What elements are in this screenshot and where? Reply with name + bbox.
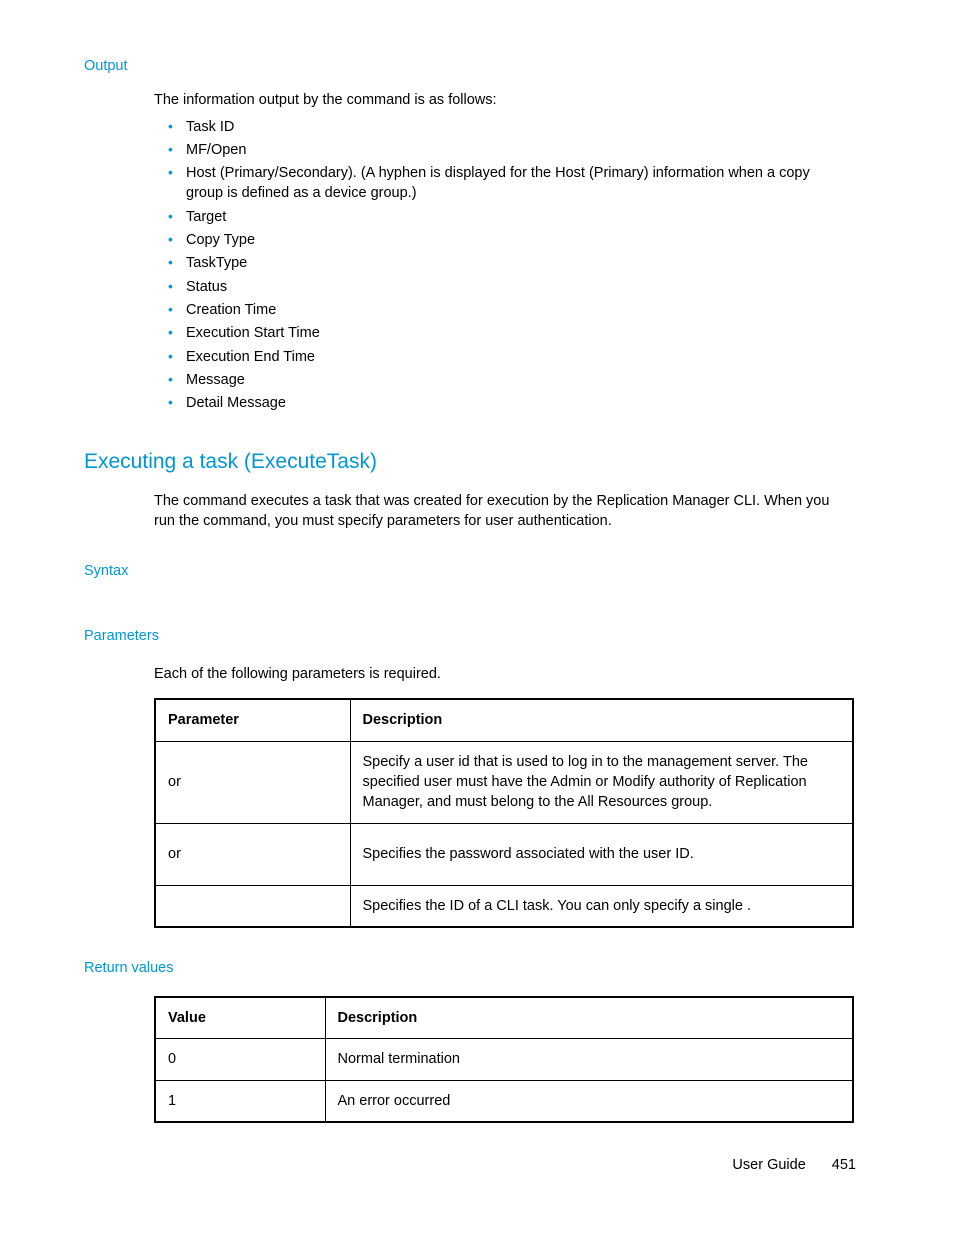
desc-cell: An error occurred <box>325 1080 853 1122</box>
list-item: Creation Time <box>168 300 850 320</box>
table-header-row: Value Description <box>155 997 853 1039</box>
list-item: Status <box>168 277 850 297</box>
return-col-value: Value <box>155 997 325 1039</box>
parameters-heading: Parameters <box>84 626 856 646</box>
list-item: TaskType <box>168 253 850 273</box>
desc-cell: Normal termination <box>325 1039 853 1080</box>
desc-cell: Specify a user id that is used to log in… <box>350 741 853 823</box>
list-item: Execution End Time <box>168 347 850 367</box>
parameters-col-description: Description <box>350 699 853 741</box>
list-item: Detail Message <box>168 393 850 413</box>
table-row: or Specifies the password associated wit… <box>155 823 853 885</box>
parameters-col-parameter: Parameter <box>155 699 350 741</box>
parameters-table: Parameter Description or Specify a user … <box>154 698 854 927</box>
execute-task-heading: Executing a task (ExecuteTask) <box>84 447 856 476</box>
output-heading: Output <box>84 56 856 76</box>
parameters-intro: Each of the following parameters is requ… <box>154 664 850 684</box>
return-col-description: Description <box>325 997 853 1039</box>
param-cell: or <box>155 741 350 823</box>
return-values-table: Value Description 0 Normal termination 1… <box>154 996 854 1123</box>
list-item: Message <box>168 370 850 390</box>
param-cell <box>155 885 350 927</box>
output-section: The information output by the command is… <box>154 90 850 413</box>
desc-cell: Specifies the password associated with t… <box>350 823 853 885</box>
return-values-heading: Return values <box>84 958 856 978</box>
table-row: or Specify a user id that is used to log… <box>155 741 853 823</box>
table-row: 1 An error occurred <box>155 1080 853 1122</box>
output-intro-suffix: command is as follows: <box>347 92 497 108</box>
table-row: Specifies the ID of a CLI task. You can … <box>155 885 853 927</box>
list-item: MF/Open <box>168 140 850 160</box>
list-item: Execution Start Time <box>168 323 850 343</box>
execute-task-paragraph: The command executes a task that was cre… <box>154 491 850 532</box>
list-item: Task ID <box>168 117 850 137</box>
page-number: 451 <box>832 1157 856 1173</box>
list-item: Target <box>168 207 850 227</box>
value-cell: 0 <box>155 1039 325 1080</box>
list-item: Host (Primary/Secondary). (A hyphen is d… <box>168 163 850 204</box>
value-cell: 1 <box>155 1080 325 1122</box>
page-footer: User Guide 451 <box>732 1155 856 1175</box>
desc-cell: Specifies the ID of a CLI task. You can … <box>350 885 853 927</box>
table-header-row: Parameter Description <box>155 699 853 741</box>
output-intro-prefix: The information output by the <box>154 92 347 108</box>
syntax-heading: Syntax <box>84 561 856 581</box>
output-list: Task ID MF/Open Host (Primary/Secondary)… <box>168 117 850 414</box>
table-row: 0 Normal termination <box>155 1039 853 1080</box>
footer-label: User Guide <box>732 1157 805 1173</box>
param-cell: or <box>155 823 350 885</box>
list-item: Copy Type <box>168 230 850 250</box>
document-page: Output The information output by the com… <box>0 0 954 1123</box>
output-intro: The information output by the command is… <box>154 90 850 110</box>
